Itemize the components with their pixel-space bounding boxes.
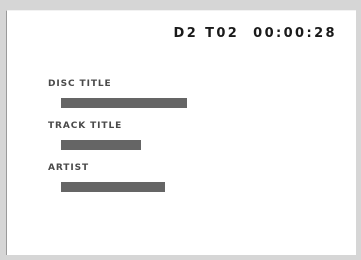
artist-value-bar [61,182,165,192]
track-title-value-bar [61,140,141,150]
track-indicator: T02 [205,26,240,41]
track-title-label: TRACK TITLE [48,121,123,131]
player-screen: D2 T02 00:00:28 DISC TITLE TRACK TITLE A… [0,0,361,260]
disc-indicator: D2 [173,26,199,41]
disc-title-label: DISC TITLE [48,79,112,89]
info-panel: D2 T02 00:00:28 DISC TITLE TRACK TITLE A… [6,10,356,255]
artist-label: ARTIST [48,163,90,173]
status-readout: D2 T02 00:00:28 [7,26,337,41]
disc-title-value-bar [61,98,187,108]
elapsed-time: 00:00:28 [253,26,337,41]
